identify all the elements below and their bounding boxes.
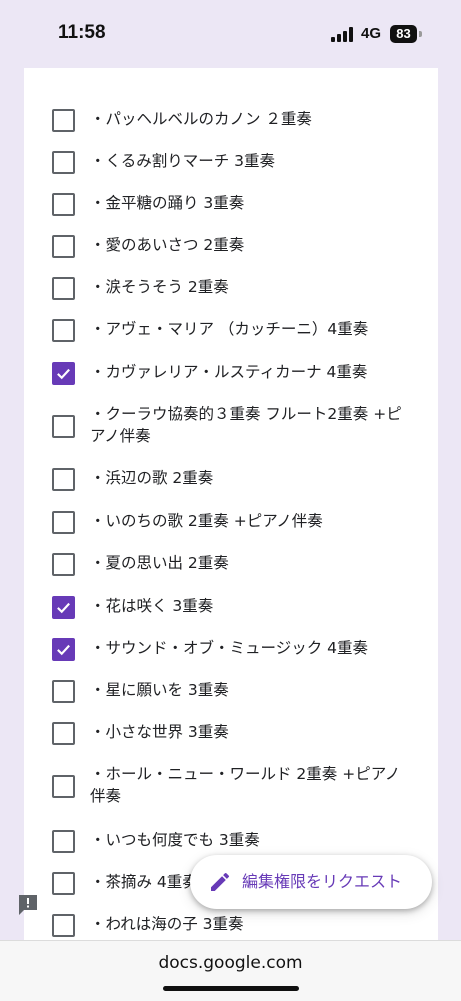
- checkbox-option-label: ・小さな世界 3重奏: [90, 723, 229, 741]
- checkbox-option-label: ・サウンド・オブ・ミュージック 4重奏: [90, 639, 368, 657]
- checkbox-option-label: ・いつも何度でも 3重奏: [90, 831, 260, 849]
- checkmark-icon: [57, 644, 70, 656]
- checkbox-unchecked[interactable]: [52, 151, 75, 174]
- battery-icon: 83: [390, 25, 417, 43]
- checkbox-option-label: ・浜辺の歌 2重奏: [90, 469, 214, 487]
- checkmark-icon: [57, 602, 70, 614]
- signal-icon: [331, 27, 355, 42]
- status-time: 11:58: [58, 22, 106, 43]
- checkbox-unchecked[interactable]: [52, 872, 75, 895]
- checkbox-option-label: ・カヴァレリア・ルスティカーナ 4重奏: [90, 363, 368, 381]
- network-type: 4G: [361, 25, 382, 42]
- checkbox-unchecked[interactable]: [52, 511, 75, 534]
- checkbox-option-label: ・くるみ割りマーチ 3重奏: [90, 152, 275, 170]
- checkbox-unchecked[interactable]: [52, 235, 75, 258]
- request-edit-access-button[interactable]: 編集権限をリクエスト: [190, 855, 432, 909]
- checkbox-checked[interactable]: [52, 362, 75, 385]
- checkbox-unchecked[interactable]: [52, 109, 75, 132]
- battery-level: 83: [396, 26, 411, 41]
- checkbox-checked[interactable]: [52, 638, 75, 661]
- checkbox-unchecked[interactable]: [52, 193, 75, 216]
- battery-tip: [419, 31, 422, 37]
- checkbox-option-label: ・涙そうそう 2重奏: [90, 278, 229, 296]
- checkbox-option-label: ・金平糖の踊り 3重奏: [90, 194, 245, 212]
- checkbox-option-label: ・アヴェ・マリア （カッチーニ）4重奏: [90, 320, 369, 338]
- checkbox-unchecked[interactable]: [52, 775, 75, 798]
- browser-bottom-bar: docs.google.com: [0, 940, 461, 1001]
- checkbox-unchecked[interactable]: [52, 553, 75, 576]
- checkbox-option-label: ・パッヘルベルのカノン ２重奏: [90, 110, 312, 128]
- checkbox-option-label: ・クーラウ協奏的３重奏 フルート2重奏 +ピアノ伴奏: [90, 405, 402, 445]
- checkbox-unchecked[interactable]: [52, 468, 75, 491]
- checkmark-icon: [57, 368, 70, 380]
- checkbox-unchecked[interactable]: [52, 319, 75, 342]
- pencil-icon: [208, 870, 232, 894]
- checkbox-unchecked[interactable]: [52, 914, 75, 937]
- checkbox-unchecked[interactable]: [52, 830, 75, 853]
- checkbox-checked[interactable]: [52, 596, 75, 619]
- request-edit-access-label: 編集権限をリクエスト: [242, 872, 403, 891]
- report-icon[interactable]: [16, 893, 40, 917]
- checkbox-option-label: ・愛のあいさつ 2重奏: [90, 236, 245, 254]
- checkbox-option-label: ・ホール・ニュー・ワールド 2重奏 +ピアノ伴奏: [90, 765, 401, 805]
- checkbox-unchecked[interactable]: [52, 680, 75, 703]
- checkbox-option-label: ・夏の思い出 2重奏: [90, 554, 229, 572]
- home-indicator[interactable]: [163, 986, 299, 991]
- checkbox-unchecked[interactable]: [52, 415, 75, 438]
- checkbox-option-label: ・いのちの歌 2重奏 +ピアノ伴奏: [90, 512, 323, 530]
- checkbox-unchecked[interactable]: [52, 722, 75, 745]
- checkbox-option-label: ・星に願いを 3重奏: [90, 681, 229, 699]
- status-bar: 11:58 4G 83: [0, 0, 461, 66]
- url-bar[interactable]: docs.google.com: [0, 953, 461, 973]
- checkbox-option-label: ・われは海の子 3重奏: [90, 915, 244, 933]
- form-question-card: ・パッヘルベルのカノン ２重奏 ・くるみ割りマーチ 3重奏 ・金平糖の踊り 3重奏・…: [24, 68, 438, 940]
- checkbox-unchecked[interactable]: [52, 277, 75, 300]
- checkbox-option-label: ・花は咲く 3重奏: [90, 597, 214, 615]
